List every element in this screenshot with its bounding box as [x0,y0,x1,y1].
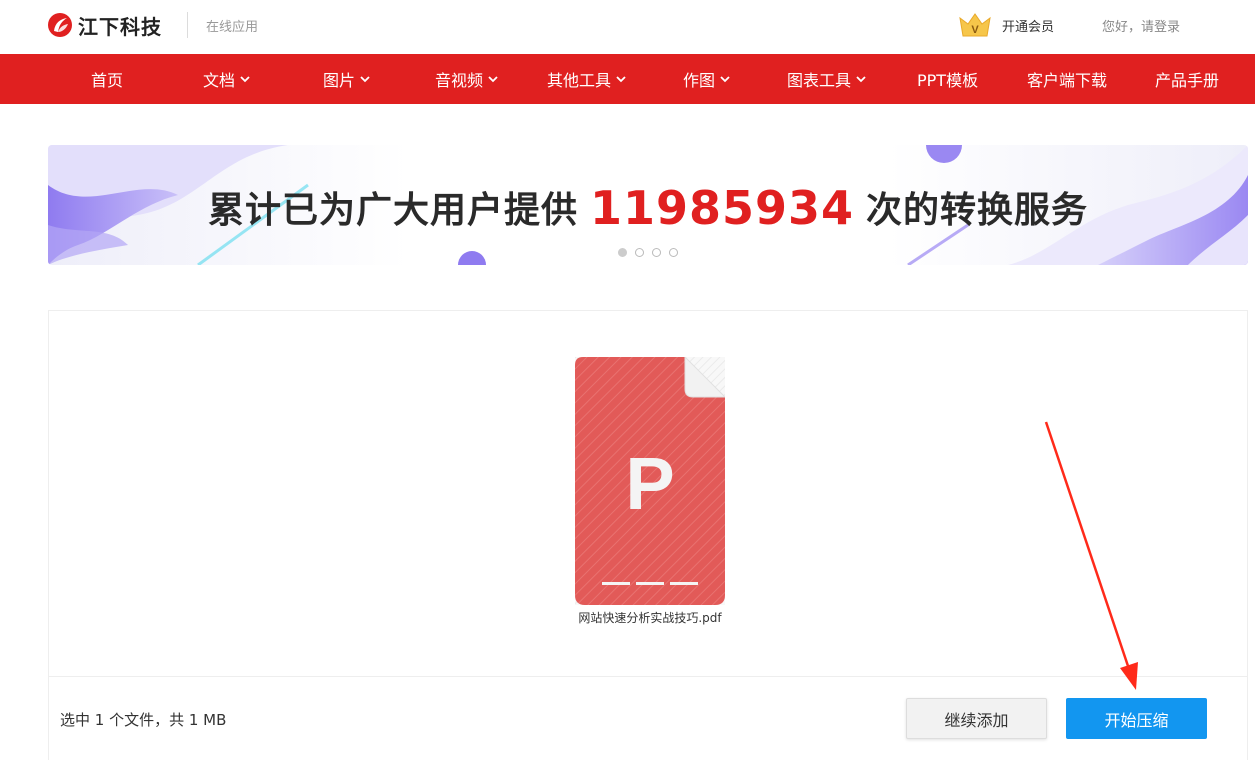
nav-item-label: 文档 [203,71,236,90]
nav-item-drawing[interactable]: 作图 [683,54,731,104]
vip-button[interactable]: V 开通会员 [958,12,1054,38]
nav-item-other-tools[interactable]: 其他工具 [547,54,627,104]
carousel-dot[interactable] [669,248,678,257]
chevron-down-icon [720,76,730,83]
upload-footer: 选中 1 个文件，共 1 MB 继续添加 开始压缩 [49,676,1247,760]
login-link[interactable]: 您好，请登录 [1102,16,1180,35]
chevron-down-icon [616,76,626,83]
vip-label: 开通会员 [1002,19,1055,35]
nav-item-label: 图表工具 [787,71,852,90]
chevron-down-icon [488,76,498,83]
nav-item-label: 作图 [683,71,716,90]
top-header: 江下科技 在线应用 V 开通会员 您好，请登录 [0,0,1255,54]
chevron-down-icon [856,76,866,83]
nav-item-client-download[interactable]: 客户端下载 [1027,54,1107,104]
nav-item-product-manual[interactable]: 产品手册 [1155,54,1219,104]
nav-item-images[interactable]: 图片 [323,54,371,104]
header-divider [187,12,188,38]
nav-item-chart-tools[interactable]: 图表工具 [787,54,867,104]
nav-item-label: 产品手册 [1155,71,1220,90]
chevron-down-icon [240,76,250,83]
banner-suffix: 次的转换服务 [866,190,1089,231]
nav-item-ppt-templates[interactable]: PPT模板 [917,54,978,104]
nav-item-label: PPT模板 [917,71,979,90]
add-more-button[interactable]: 继续添加 [906,698,1047,739]
nav-item-label: 图片 [323,71,356,90]
banner-headline: 累计已为广大用户提供 11985934 次的转换服务 [48,181,1248,235]
stats-banner: 累计已为广大用户提供 11985934 次的转换服务 [48,145,1248,265]
nav-item-label: 音视频 [435,71,484,90]
conversion-count: 11985934 [589,181,855,235]
file-name: 网站快速分析实战技巧.pdf [578,611,722,625]
nav-item-label: 客户端下载 [1027,71,1108,90]
nav-item-documents[interactable]: 文档 [203,54,251,104]
carousel-dots [618,248,686,257]
nav-item-audio-video[interactable]: 音视频 [435,54,499,104]
vip-badge-letter: V [971,24,979,36]
carousel-dot[interactable] [618,248,627,257]
nav-item-home[interactable]: 首页 [91,54,123,104]
pdf-file-icon: P [575,355,727,605]
nav-item-label: 首页 [91,71,124,90]
brand-logo[interactable]: 江下科技 [46,9,162,41]
file-card[interactable]: P 网站快速分析实战技巧.pdf [575,355,727,625]
brand-logo-icon [48,13,72,37]
crown-icon: V [959,13,991,37]
start-compress-button[interactable]: 开始压缩 [1066,698,1207,739]
main-nav: 首页 文档 图片 音视频 其他工具 作图 图表工具 PPT模板 客户端下载 产品… [0,54,1255,104]
selection-summary: 选中 1 个文件，共 1 MB [60,711,227,729]
chevron-down-icon [360,76,370,83]
nav-item-label: 其他工具 [547,71,612,90]
carousel-dot[interactable] [635,248,644,257]
brand-name: 江下科技 [78,14,162,39]
header-subtitle: 在线应用 [206,20,259,35]
banner-prefix: 累计已为广大用户提供 [207,190,578,231]
upload-panel: P 网站快速分析实战技巧.pdf 选中 1 个文件，共 1 MB 继续添加 开始… [48,310,1248,760]
carousel-dot[interactable] [652,248,661,257]
file-type-letter: P [625,442,674,525]
